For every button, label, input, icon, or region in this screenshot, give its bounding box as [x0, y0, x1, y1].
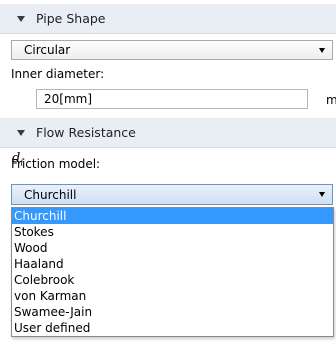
option-haaland[interactable]: Haaland [12, 256, 333, 272]
collapse-triangle-icon[interactable] [17, 15, 25, 22]
pipe-shape-section-header[interactable]: Pipe Shape [0, 4, 336, 34]
pipe-shape-dropdown[interactable]: Circular [11, 40, 333, 60]
inner-diameter-input[interactable]: 20[mm] [36, 89, 308, 109]
option-wood[interactable]: Wood [12, 240, 333, 256]
friction-model-dropdown[interactable]: Churchill [11, 184, 333, 205]
flow-resistance-section-header[interactable]: Flow Resistance [0, 118, 336, 148]
pipe-shape-title: Pipe Shape [36, 11, 106, 26]
option-von-karman[interactable]: von Karman [12, 288, 333, 304]
chevron-down-icon[interactable] [319, 192, 325, 197]
collapse-triangle-icon[interactable] [17, 129, 25, 136]
option-user-defined[interactable]: User defined [12, 320, 333, 336]
friction-model-options-list: Churchill Stokes Wood Haaland Colebrook … [11, 207, 334, 337]
flow-resistance-title: Flow Resistance [36, 125, 136, 140]
option-churchill[interactable]: Churchill [12, 208, 333, 224]
option-swamee-jain[interactable]: Swamee-Jain [12, 304, 333, 320]
friction-model-value: Churchill [24, 187, 77, 202]
option-colebrook[interactable]: Colebrook [12, 272, 333, 288]
unit-label: m [326, 93, 336, 107]
pipe-shape-value: Circular [24, 43, 71, 57]
option-stokes[interactable]: Stokes [12, 224, 333, 240]
inner-diameter-label: Inner diameter: [11, 67, 105, 81]
friction-model-label: Friction model: [11, 157, 101, 171]
chevron-down-icon[interactable] [319, 47, 325, 53]
